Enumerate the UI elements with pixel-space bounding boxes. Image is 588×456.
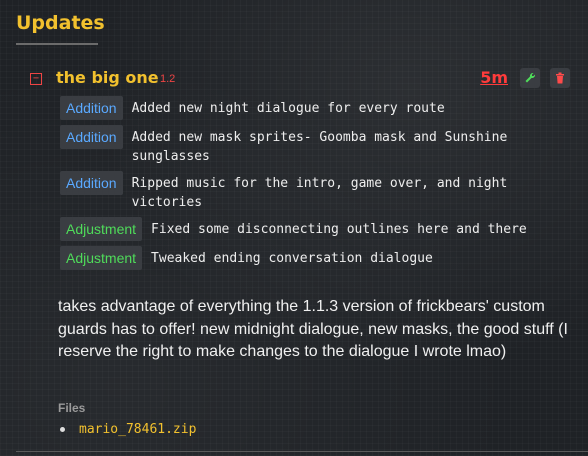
change-text: Tweaked ending conversation dialogue <box>151 251 433 266</box>
bullet-icon <box>60 427 65 432</box>
changelog-item: Adjustment Fixed some disconnecting outl… <box>60 217 570 241</box>
collapse-icon[interactable]: − <box>30 73 42 85</box>
change-text: Ripped music for the intro, game over, a… <box>131 176 508 210</box>
title-underline <box>16 43 98 45</box>
changelog-item: Adjustment Tweaked ending conversation d… <box>60 246 570 270</box>
change-tag-addition: Addition <box>60 171 123 195</box>
change-text: Fixed some disconnecting outlines here a… <box>151 222 527 237</box>
file-download-link[interactable]: mario_78461.zip <box>79 422 196 437</box>
section-divider <box>16 451 588 452</box>
version-number: 1.2 <box>160 73 176 85</box>
changelog-item: Addition Ripped music for the intro, gam… <box>60 171 570 212</box>
change-text: Added new night dialogue for every route <box>131 101 445 116</box>
changelog-list: Addition Added new night dialogue for ev… <box>60 96 570 275</box>
change-tag-adjustment: Adjustment <box>60 217 143 241</box>
changelog-item: Addition Added new night dialogue for ev… <box>60 96 570 120</box>
version-time-link[interactable]: 5m <box>480 68 508 87</box>
delete-button[interactable] <box>550 68 570 88</box>
trash-icon <box>556 72 564 84</box>
change-tag-addition: Addition <box>60 125 123 149</box>
change-tag-adjustment: Adjustment <box>60 246 143 270</box>
version-name: the big one <box>56 68 159 87</box>
change-tag-addition: Addition <box>60 96 123 120</box>
section-title: Updates <box>16 12 105 34</box>
files-heading: Files <box>58 401 86 415</box>
wrench-icon <box>525 72 536 83</box>
change-text: Added new mask sprites- Goomba mask and … <box>131 130 508 164</box>
changelog-item: Addition Added new mask sprites- Goomba … <box>60 125 570 166</box>
edit-button[interactable] <box>520 68 540 88</box>
file-list-item: mario_78461.zip <box>60 422 196 437</box>
version-description: takes advantage of everything the 1.1.3 … <box>58 298 568 360</box>
version-header: − the big one 1.2 5m <box>30 68 574 92</box>
